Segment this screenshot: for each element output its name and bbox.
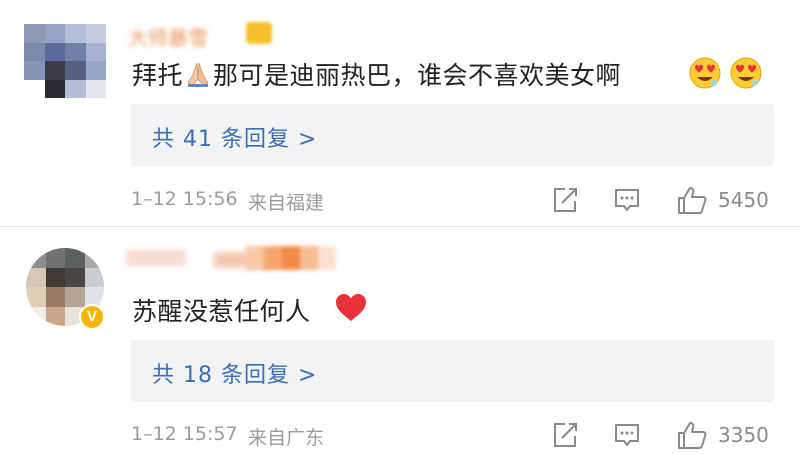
replies-box[interactable]: 共 41 条回复 > [131,104,774,166]
timestamp: 1–12 15:57 [131,423,238,445]
like-count: 5450 [718,188,769,212]
comment-icon[interactable] [612,420,642,454]
verified-badge-icon: V [79,304,105,330]
user-badge-icon [246,22,272,44]
like-button[interactable]: 3350 [676,418,776,449]
username[interactable] [126,244,350,272]
comment-text: 苏醒没惹任何人 [132,297,311,326]
folded-hands-icon [183,59,213,95]
avatar[interactable] [24,24,106,98]
username[interactable]: 大师暴雪 [128,22,208,50]
share-icon[interactable] [550,185,580,219]
red-heart-icon [334,293,368,327]
heart-eyes-face-icon [688,56,722,94]
replies-box[interactable]: 共 18 条回复 > [131,340,774,402]
location: 来自广东 [248,427,325,449]
location: 来自福建 [248,192,325,214]
comment-text: 拜托 那可是迪丽热巴，谁会不喜欢美女啊 [132,56,621,95]
divider [0,226,800,227]
heart-eyes-face-icon [729,56,763,94]
like-count: 3350 [718,423,769,447]
comment-icon[interactable] [612,185,642,219]
view-replies-link[interactable]: 共 18 条回复 > [152,357,317,389]
thumbs-up-icon [676,420,708,454]
like-button[interactable]: 5450 [676,183,776,217]
thumbs-up-icon [676,185,708,219]
share-icon[interactable] [550,420,580,454]
view-replies-link[interactable]: 共 41 条回复 > [152,121,317,153]
timestamp: 1–12 15:56 [131,188,238,210]
